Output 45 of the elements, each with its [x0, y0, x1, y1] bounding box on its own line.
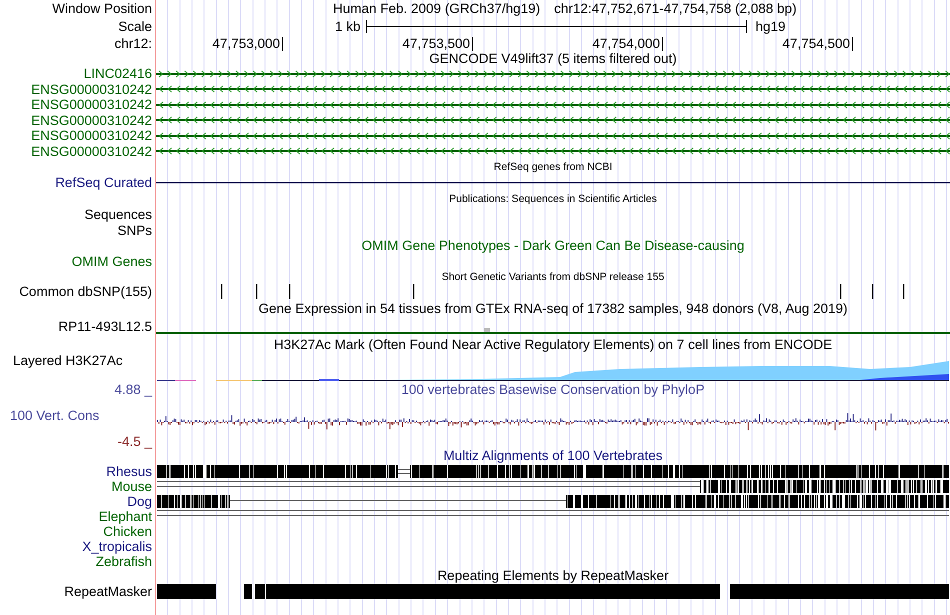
ruler-tick: 47,753,000 [212, 36, 283, 50]
track-label: 100 Vert. Cons [9, 407, 100, 422]
axis-min-label: -4.5 _ [116, 434, 152, 448]
track-title: H3K27Ac Mark (Often Found Near Active Regulatory Elements) on 7 cell lines from ENCODE [274, 338, 832, 352]
gene-label: ENSG00000310242 [31, 98, 152, 112]
track-label: Layered H3K27Ac [13, 354, 123, 368]
track-title: Gene Expression in 54 tissues from GTEx RNA-seq of 17382 samples, 948 donors (V8, Aug 2019) [258, 302, 848, 316]
track-title: OMIM Gene Phenotypes - Dark Green Can Be Disease-causing [362, 239, 744, 253]
species-label: X_tropicalis [82, 540, 152, 554]
scale-length: 1 kb [335, 20, 361, 34]
species-label: Zebrafish [96, 554, 152, 568]
track-title: 100 vertebrates Basewise Conservation by PhyloP [401, 383, 705, 397]
ruler-tick: 47,753,500 [402, 36, 473, 50]
assembly-name: Human Feb. 2009 (GRCh37/hg19) [333, 2, 540, 16]
track-label: RefSeq Curated [55, 176, 152, 190]
track-label: OMIM Genes [72, 255, 152, 269]
gene-label: ENSG00000310242 [31, 82, 152, 96]
gene-label: ENSG00000310242 [31, 144, 152, 158]
gene-label: LINC02416 [84, 67, 152, 80]
track-label: SNPs [117, 224, 152, 237]
gene-label: ENSG00000310242 [31, 114, 152, 127]
window-position-label: Window Position [52, 2, 152, 16]
species-label: Mouse [111, 480, 152, 494]
species-label: Dog [127, 494, 152, 508]
track-title: Publications: Sequences in Scientific Articles [449, 194, 657, 204]
track-title: Multiz Alignments of 100 Vertebrates [443, 449, 663, 463]
track-title: RefSeq genes from NCBI [494, 162, 612, 172]
position-text: chr12:47,752,671-47,754,758 (2,088 bp) [554, 2, 797, 16]
track-label: RepeatMasker [64, 584, 152, 598]
track-title: Repeating Elements by RepeatMasker [437, 569, 669, 583]
ruler-tick: 47,754,500 [782, 36, 853, 50]
track-label: RP11-493L12.5 [58, 320, 152, 334]
axis-max-label: 4.88 _ [114, 383, 152, 397]
track-label: Common dbSNP(155) [19, 285, 152, 299]
track-label: Sequences [84, 208, 152, 222]
ruler-tick: 47,754,000 [592, 36, 663, 50]
species-label: Rhesus [106, 464, 152, 478]
scale-assembly: hg19 [754, 20, 786, 34]
chromosome-label: chr12: [114, 36, 152, 50]
species-label: Elephant [98, 510, 152, 524]
species-label: Chicken [103, 524, 152, 538]
gene-label: ENSG00000310242 [31, 129, 152, 142]
track-title: GENCODE V49lift37 (5 items filtered out) [429, 52, 677, 66]
track-title: Short Genetic Variants from dbSNP release 155 [442, 272, 664, 282]
scale-label: Scale [118, 20, 152, 34]
